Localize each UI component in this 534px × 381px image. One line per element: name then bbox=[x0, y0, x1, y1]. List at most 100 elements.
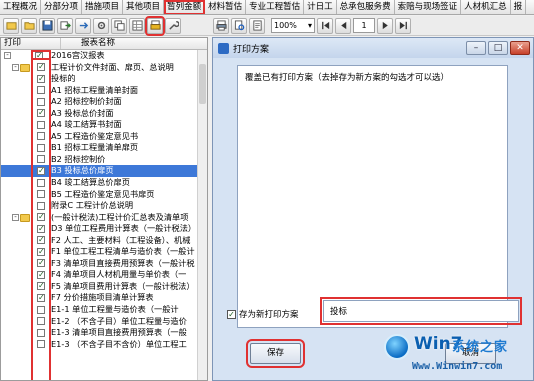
tree-row[interactable]: ✓ B3 投标总价扉页 bbox=[1, 165, 207, 178]
tab-10[interactable]: 人材机汇总 bbox=[461, 0, 511, 14]
tree-row[interactable]: B4 竣工结算总价扉页 bbox=[1, 177, 207, 189]
print-checkbox[interactable]: ✓ bbox=[37, 63, 45, 72]
tree-row[interactable]: E1-1 单位工程量与造价表（一般计 bbox=[1, 304, 207, 316]
maximize-button[interactable]: □ bbox=[488, 41, 508, 55]
arrow-right-icon[interactable] bbox=[75, 17, 91, 34]
close-button[interactable]: ✕ bbox=[510, 41, 530, 55]
tree-row[interactable]: ✓ F4 清单项目人材机用量与单价表（一 bbox=[1, 269, 207, 281]
print-checkbox[interactable] bbox=[37, 143, 45, 152]
save-icon[interactable] bbox=[39, 17, 55, 34]
print-checkbox[interactable]: ✓ bbox=[37, 282, 45, 291]
tab-11[interactable]: 报 bbox=[511, 0, 527, 14]
tab-6[interactable]: 专业工程暂估 bbox=[246, 0, 305, 14]
tree-row[interactable]: E1-3 （不含子目不含价）单位工程工 bbox=[1, 339, 207, 351]
copy-icon[interactable] bbox=[111, 17, 127, 34]
print-checkbox[interactable]: ✓ bbox=[37, 109, 45, 118]
print-checkbox[interactable] bbox=[37, 178, 45, 187]
prev-page-icon[interactable] bbox=[335, 17, 351, 34]
open-icon[interactable] bbox=[3, 17, 19, 34]
tab-0[interactable]: 工程概况 bbox=[0, 0, 42, 14]
zoom-select[interactable]: 100% ▾ bbox=[271, 18, 315, 33]
tree-row[interactable]: ✓ F1 单位工程工程清单与造价表（一般计 bbox=[1, 246, 207, 258]
tree-row[interactable]: A1 招标工程量清单封面 bbox=[1, 85, 207, 97]
preview-icon[interactable] bbox=[231, 17, 247, 34]
grid-icon[interactable] bbox=[129, 17, 145, 34]
tree-row[interactable]: - ✓ 2016宫汉报表 bbox=[1, 50, 207, 62]
print-checkbox[interactable] bbox=[37, 120, 45, 129]
print-checkbox[interactable] bbox=[37, 97, 45, 106]
save-as-new-option[interactable]: ✓ 存为新打印方案 bbox=[227, 308, 299, 320]
export-icon[interactable] bbox=[57, 17, 73, 34]
tab-5[interactable]: 材料暂估 bbox=[205, 0, 247, 14]
print-checkbox[interactable]: ✓ bbox=[37, 259, 45, 268]
tree-row[interactable]: ✓ F2 人工、主要材料（工程设备）、机械 bbox=[1, 235, 207, 247]
tree-row[interactable]: A5 工程造价鉴定意见书 bbox=[1, 131, 207, 143]
print-checkbox[interactable] bbox=[37, 132, 45, 141]
print-checkbox[interactable]: ✓ bbox=[37, 247, 45, 256]
tree-row[interactable]: ✓ F3 清单项目直接费用预算表（一般计税 bbox=[1, 258, 207, 270]
page-setup-icon[interactable] bbox=[249, 17, 265, 34]
print-checkbox[interactable]: ✓ bbox=[37, 74, 45, 83]
print-scheme-icon[interactable] bbox=[145, 15, 165, 36]
tab-8[interactable]: 总承包服务费 bbox=[337, 0, 395, 14]
tab-9[interactable]: 索赔与现场签证 bbox=[395, 0, 462, 14]
tab-7[interactable]: 计日工 bbox=[304, 0, 337, 14]
save-as-new-label: 存为新打印方案 bbox=[239, 310, 299, 320]
tree-scrollbar[interactable] bbox=[197, 50, 207, 380]
minimize-button[interactable]: – bbox=[466, 41, 486, 55]
print-checkbox[interactable]: ✓ bbox=[37, 236, 45, 245]
print-checkbox[interactable] bbox=[37, 317, 45, 326]
next-page-icon[interactable] bbox=[377, 17, 393, 34]
print-icon[interactable] bbox=[213, 17, 229, 34]
expander-icon[interactable]: - bbox=[12, 63, 19, 71]
print-checkbox[interactable] bbox=[37, 305, 45, 314]
folder-icon[interactable] bbox=[21, 17, 37, 34]
tree-row[interactable]: A4 竣工结算书封面 bbox=[1, 119, 207, 131]
print-scheme-dialog: 打印方案 – □ ✕ 覆盖已有打印方案（去掉存为新方案的勾选才可以选） ✓ 存为… bbox=[212, 37, 534, 381]
scheme-list[interactable]: 覆盖已有打印方案（去掉存为新方案的勾选才可以选） bbox=[237, 65, 508, 328]
print-checkbox[interactable]: ✓ bbox=[37, 224, 45, 233]
tree-row-label: B1 招标工程量清单扉页 bbox=[51, 142, 139, 153]
tree-row[interactable]: B2 招标控制价 bbox=[1, 154, 207, 166]
tab-3[interactable]: 其他项目 bbox=[123, 0, 165, 14]
expander-icon[interactable]: - bbox=[4, 52, 11, 59]
print-checkbox[interactable] bbox=[37, 86, 45, 95]
tree-row[interactable]: E1-3 清单项目直接费用预算表（一般 bbox=[1, 327, 207, 339]
tree-row[interactable]: 附录C 工程计价总说明 bbox=[1, 200, 207, 212]
expander-icon[interactable]: - bbox=[12, 213, 19, 221]
tree-row[interactable]: B1 招标工程量清单扉页 bbox=[1, 142, 207, 154]
tree-row[interactable]: B5 工程造价鉴定意见书扉页 bbox=[1, 189, 207, 201]
save-button[interactable]: 保存 bbox=[246, 339, 305, 368]
print-checkbox[interactable]: ✓ bbox=[37, 293, 45, 302]
last-page-icon[interactable] bbox=[395, 17, 411, 34]
print-checkbox[interactable] bbox=[37, 190, 45, 199]
scrollbar-thumb[interactable] bbox=[199, 64, 206, 104]
scheme-name-input[interactable]: 投标 bbox=[320, 297, 522, 325]
tree-row[interactable]: - ✓ 工程计价文件封面、扉页、总说明 bbox=[1, 62, 207, 74]
tree-row[interactable]: A2 招标控制价封面 bbox=[1, 96, 207, 108]
print-checkbox[interactable]: ✓ bbox=[37, 213, 45, 222]
tree-row[interactable]: ✓ A3 投标总价封面 bbox=[1, 108, 207, 120]
save-as-new-checkbox[interactable]: ✓ bbox=[227, 309, 236, 319]
print-checkbox[interactable]: ✓ bbox=[37, 270, 45, 279]
cancel-button[interactable]: 取消 bbox=[445, 343, 496, 364]
print-checkbox[interactable] bbox=[37, 201, 45, 210]
tab-1[interactable]: 分部分项 bbox=[41, 0, 83, 14]
tree-row[interactable]: ✓ F5 清单项目费用计算表（一般计税法） bbox=[1, 281, 207, 293]
tree-row[interactable]: ✓ 投标的 bbox=[1, 73, 207, 85]
tree-row[interactable]: ✓ F7 分价措施项目清单计算表 bbox=[1, 292, 207, 304]
settings-icon[interactable] bbox=[93, 17, 109, 34]
tree-row[interactable]: - ✓ (一般计税法)工程计价汇总表及清单项 bbox=[1, 212, 207, 224]
print-checkbox[interactable]: ✓ bbox=[37, 166, 45, 175]
print-checkbox[interactable] bbox=[37, 340, 45, 349]
wrench-icon[interactable] bbox=[165, 17, 181, 34]
page-number-input[interactable]: 1 bbox=[353, 18, 375, 33]
first-page-icon[interactable] bbox=[317, 17, 333, 34]
print-checkbox[interactable] bbox=[37, 155, 45, 164]
tree-row[interactable]: ✓ D3 单位工程费用计算表（一般计税法） bbox=[1, 223, 207, 235]
print-checkbox[interactable] bbox=[37, 328, 45, 337]
print-checkbox[interactable]: ✓ bbox=[35, 51, 43, 60]
tab-2[interactable]: 措施项目 bbox=[82, 0, 124, 14]
tree-row[interactable]: E1-2 （不含子目）单位工程量与造价 bbox=[1, 316, 207, 328]
tab-4[interactable]: 暂列金额 bbox=[164, 0, 206, 14]
